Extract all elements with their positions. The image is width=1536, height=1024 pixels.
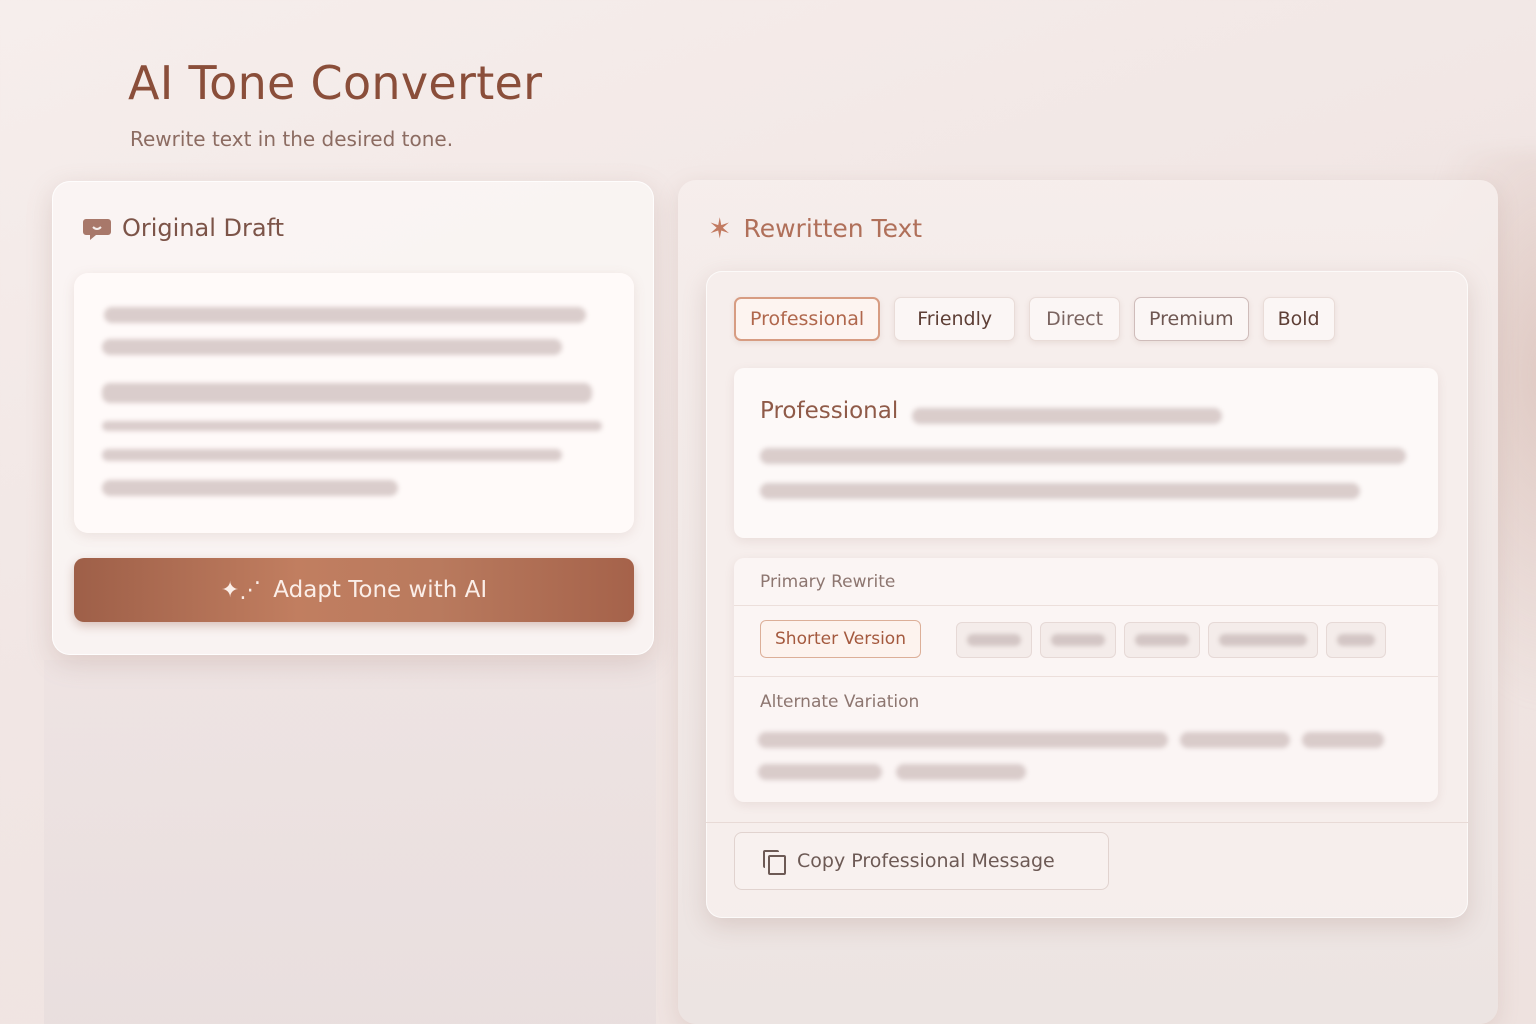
variant-chip[interactable] [1124,622,1200,658]
preview-text-line [912,408,1222,424]
variant-chip[interactable] [956,622,1032,658]
tone-selector: Professional Friendly Direct Premium Bol… [734,297,1335,341]
adapt-tone-label: Adapt Tone with AI [273,577,488,603]
draft-text-line [102,383,592,403]
alternate-variation-label: Alternate Variation [760,692,920,712]
copy-message-label: Copy Professional Message [797,850,1055,872]
tone-chip-direct[interactable]: Direct [1029,297,1121,341]
rewrite-preview: Professional [734,368,1438,538]
preview-tone-label: Professional [760,398,899,424]
star-icon: ✶ [708,212,732,245]
primary-rewrite-label: Primary Rewrite [760,572,896,592]
rewrite-variants: Primary Rewrite Shorter Version Alternat… [734,558,1438,802]
draft-text-line [102,480,398,496]
divider [734,605,1438,606]
draft-text-line [102,339,562,355]
copy-icon [763,850,786,875]
alternate-text-line [758,732,1168,748]
shorter-version-button[interactable]: Shorter Version [760,620,921,658]
original-draft-title: Original Draft [122,214,285,242]
adapt-tone-button[interactable]: ✦⋰ Adapt Tone with AI [74,558,634,622]
variant-chip[interactable] [1040,622,1116,658]
variant-chip[interactable] [1326,622,1386,658]
original-draft-card: Original Draft ✦⋰ Adapt Tone with AI [52,181,654,655]
rewrite-panel: Professional Friendly Direct Premium Bol… [706,271,1468,918]
chat-bubble-icon [83,219,111,240]
original-draft-header: Original Draft [82,214,284,242]
background-panel [44,660,656,1024]
draft-text-line [102,449,562,461]
variant-chip[interactable] [1208,622,1318,658]
page-subtitle: Rewrite text in the desired tone. [130,127,454,151]
divider [734,676,1438,677]
alternate-text-line [896,764,1026,780]
alternate-text-line [1180,732,1290,748]
draft-text-line [102,421,602,431]
rewritten-text-header: ✶ Rewritten Text [708,212,922,245]
tone-chip-bold[interactable]: Bold [1262,297,1335,341]
preview-text-line [760,448,1406,464]
draft-text-area[interactable] [74,273,634,533]
divider [706,822,1468,823]
page-title: AI Tone Converter [128,56,543,110]
rewritten-text-title: Rewritten Text [743,214,923,243]
alternate-text-line [758,764,882,780]
preview-text-line [760,483,1360,499]
alternate-text-line [1302,732,1384,748]
tone-chip-professional[interactable]: Professional [734,297,881,341]
draft-text-line [104,307,586,323]
tone-chip-premium[interactable]: Premium [1134,297,1249,341]
tone-chip-friendly[interactable]: Friendly [894,297,1016,341]
copy-message-button[interactable]: Copy Professional Message [734,832,1109,890]
sparkle-icon: ✦⋰ [220,577,262,603]
